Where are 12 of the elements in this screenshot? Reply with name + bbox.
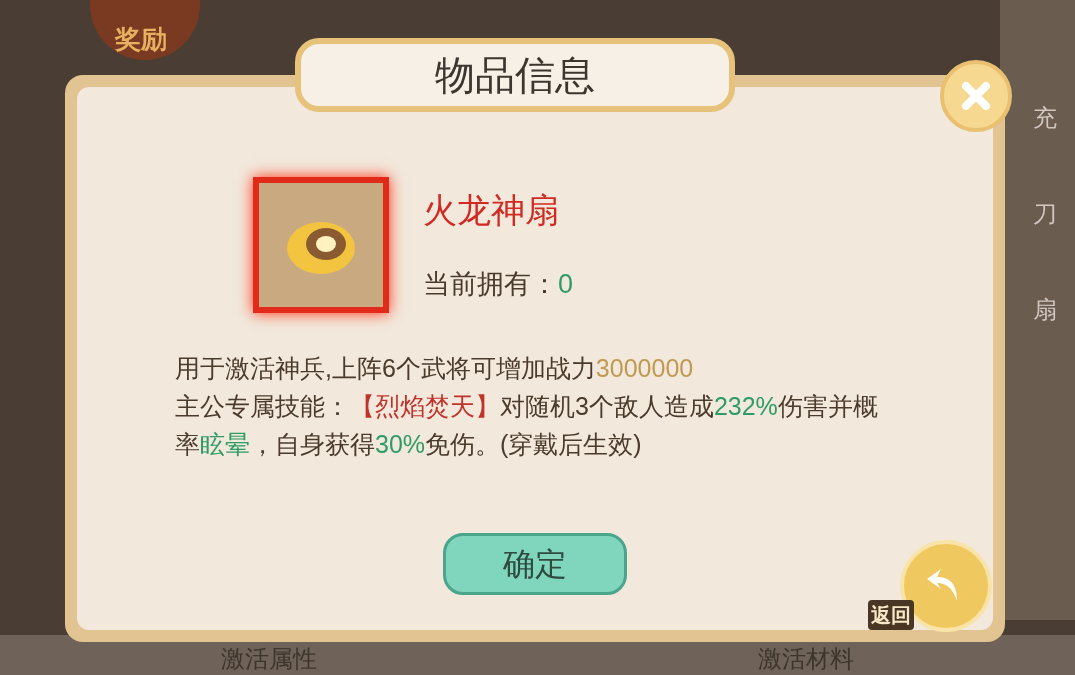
reward-label: 奖励 <box>115 23 167 56</box>
confirm-button[interactable]: 确定 <box>443 533 627 595</box>
description-text: 用于激活神兵,上阵6个武将可增加战力3000000 <box>175 353 695 384</box>
item-name: 火龙神扇 <box>423 190 560 231</box>
back-label: 返回 <box>868 600 914 630</box>
side-label: 扇 <box>1033 295 1058 325</box>
dialog-title: 物品信息 <box>435 52 595 99</box>
owned-label: 当前拥有： <box>423 268 558 301</box>
owned-count: 0 <box>558 268 574 301</box>
description-text: 主公专属技能：【烈焰焚天】对随机3个敌人造成232%伤害并概率眩晕，自身获得30%免伤。(穿戴后生效) <box>175 391 879 460</box>
side-label: 刀 <box>1033 199 1058 229</box>
side-label: 充 <box>1033 103 1058 133</box>
